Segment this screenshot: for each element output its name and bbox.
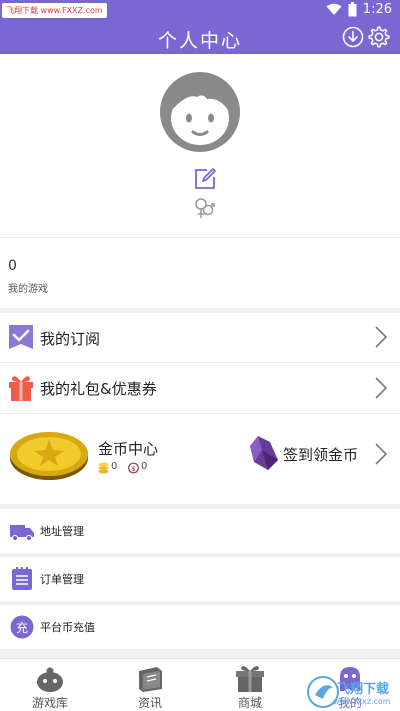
gifts-label: 我的礼包&优惠券 (40, 380, 157, 398)
chevron-right-icon (375, 443, 388, 465)
download-icon (342, 26, 364, 48)
gold-coin-icon (10, 432, 88, 480)
address-label: 地址管理 (40, 525, 84, 538)
coin-center-title: 金币中心 (98, 440, 159, 458)
clock: 1:26 (362, 2, 392, 17)
chevron-right-icon (375, 326, 388, 348)
gold-count: 0 (111, 461, 118, 472)
platform-count: 0 (141, 461, 148, 472)
platform-coin-icon: $ (128, 462, 139, 474)
recharge-row[interactable]: 充 平台币充值 (0, 605, 400, 649)
shop-icon (236, 666, 264, 692)
game-pad-icon (37, 667, 63, 692)
avatar[interactable] (159, 71, 241, 153)
gem-icon (250, 436, 278, 470)
status-icons: 1:26 (326, 2, 392, 17)
gender-icon (193, 196, 215, 220)
status-bar: 飞翔下载 www.FXXZ.com 1:26 (0, 0, 400, 22)
gift-icon (9, 376, 33, 401)
coin-center-row[interactable]: 金币中心 0 $ 0 签到领金币 (0, 414, 400, 504)
wifi-icon (326, 3, 342, 16)
nav-games-label: 游戏库 (31, 696, 68, 710)
games-label: 我的游戏 (8, 284, 48, 295)
my-games[interactable]: 0 我的游戏 (0, 238, 400, 308)
edit-icon (195, 168, 216, 189)
watermark-title: 飞翔下载 (337, 682, 390, 697)
profile-card (0, 54, 400, 237)
page-title: 个人中心 (157, 30, 242, 52)
download-button[interactable] (342, 26, 364, 48)
address-row[interactable]: 地址管理 (0, 509, 400, 553)
subscriptions-label: 我的订阅 (40, 330, 101, 348)
app-bar: 个人中心 (0, 22, 400, 54)
settings-button[interactable] (367, 25, 391, 49)
svg-text:$: $ (131, 465, 135, 473)
nav-news[interactable]: 资讯 (100, 659, 200, 711)
subscription-icon (9, 325, 33, 349)
order-list-icon (12, 567, 32, 590)
checkin-button[interactable]: 签到领金币 (283, 444, 358, 465)
gifts-row[interactable]: 我的礼包&优惠券 (0, 363, 400, 413)
watermark-url: www.fxxz.com (333, 697, 391, 706)
nav-news-label: 资讯 (137, 696, 162, 710)
gear-icon (368, 26, 390, 48)
watermark-badge: 飞翔下载 www.FXXZ.com (2, 3, 107, 18)
recharge-label: 平台币充值 (40, 621, 95, 634)
book-icon (139, 667, 162, 692)
battery-icon (348, 2, 357, 17)
nav-store-label: 商城 (237, 696, 262, 710)
recharge-icon-char: 充 (15, 621, 28, 635)
edit-profile-button[interactable] (193, 167, 217, 191)
gold-stack-icon (98, 462, 109, 474)
games-count: 0 (8, 258, 17, 274)
subscriptions-row[interactable]: 我的订阅 (0, 313, 400, 362)
orders-label: 订单管理 (40, 573, 84, 586)
nav-games[interactable]: 游戏库 (0, 659, 100, 711)
orders-row[interactable]: 订单管理 (0, 557, 400, 601)
truck-icon (10, 525, 34, 542)
nav-store[interactable]: 商城 (200, 659, 300, 711)
avatar-icon (160, 72, 240, 152)
chevron-right-icon (375, 377, 388, 399)
